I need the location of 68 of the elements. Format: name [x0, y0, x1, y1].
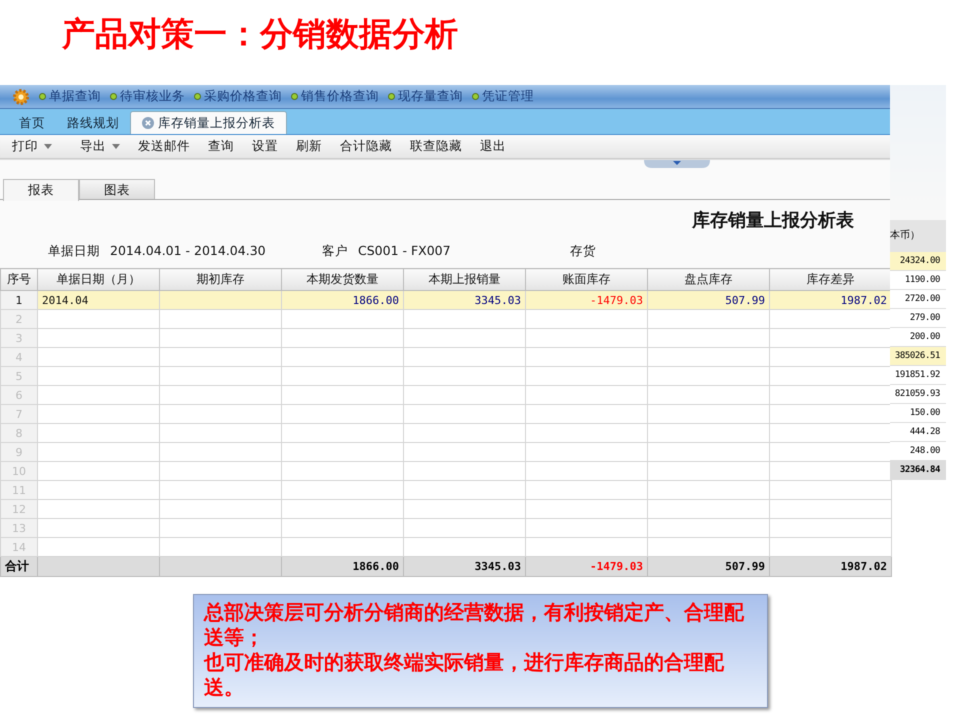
- column-header: 单据日期（月）: [38, 268, 160, 290]
- table-cell: 3345.03: [404, 290, 526, 310]
- table-cell: 150.00: [890, 404, 946, 423]
- table-cell: 1190.00: [890, 271, 946, 290]
- toolbar-button[interactable]: 刷新: [288, 138, 330, 155]
- view-tab[interactable]: 报表: [3, 179, 79, 201]
- total-cell: 1987.02: [770, 556, 892, 576]
- nav-link[interactable]: 销售价格查询: [291, 88, 379, 105]
- table-cell: 385026.51: [890, 347, 946, 366]
- table-cell: 248.00: [890, 442, 946, 461]
- table-cell: 24324.00: [890, 252, 946, 271]
- table-cell: 191851.92: [890, 366, 946, 385]
- filter-label: 存货: [570, 242, 596, 260]
- column-header: 期初库存: [160, 268, 282, 290]
- close-icon[interactable]: [142, 117, 154, 129]
- nav-link[interactable]: 现存量查询: [388, 88, 463, 105]
- table-cell: 444.28: [890, 423, 946, 442]
- nav-link[interactable]: 凭证管理: [472, 88, 534, 105]
- caret-icon: [44, 144, 52, 149]
- tab[interactable]: 路线规划: [56, 112, 130, 134]
- report-title: 库存销量上报分析表: [692, 209, 854, 232]
- filter-value: CS001 - FX007: [358, 242, 451, 260]
- table-cell: 2014.04: [38, 290, 160, 310]
- toolbar-button[interactable]: 查询: [200, 138, 242, 155]
- column-header: 本币）: [890, 220, 946, 252]
- total-cell: -1479.03: [526, 556, 648, 576]
- gear-icon[interactable]: [12, 88, 30, 106]
- total-cell: 507.99: [648, 556, 770, 576]
- column-header: 库存差异: [770, 268, 892, 290]
- table-cell: 2720.00: [890, 290, 946, 309]
- view-tab[interactable]: 图表: [79, 179, 155, 199]
- toolbar-button[interactable]: 发送邮件: [130, 138, 198, 155]
- table-cell: 200.00: [890, 328, 946, 347]
- total-cell: 3345.03: [404, 556, 526, 576]
- toolbar-button[interactable]: 设置: [244, 138, 286, 155]
- filter-label: 单据日期: [48, 242, 100, 260]
- total-label: 合计: [0, 556, 38, 576]
- table-cell: 1987.02: [770, 290, 892, 310]
- tab[interactable]: 首页: [8, 112, 56, 134]
- total-cell: 1866.00: [282, 556, 404, 576]
- table-cell: 1866.00: [282, 290, 404, 310]
- table-cell: 507.99: [648, 290, 770, 310]
- column-header: 本期发货数量: [282, 268, 404, 290]
- column-header: 盘点库存: [648, 268, 770, 290]
- row-number: 1: [0, 290, 38, 310]
- toolbar-button[interactable]: 退出: [472, 138, 514, 155]
- column-header: 本期上报销量: [404, 268, 526, 290]
- callout-text: 总部决策层可分析分销商的经营数据，有利按销定产、合理配送等；: [204, 601, 746, 651]
- filter-value: 2014.04.01 - 2014.04.30: [110, 242, 266, 260]
- toolbar-button[interactable]: 导出: [72, 138, 128, 155]
- slide-title: 产品对策一：分销数据分析: [62, 13, 459, 54]
- collapse-handle-icon[interactable]: [644, 160, 710, 168]
- total-cell: 32364.84: [890, 461, 946, 480]
- tab[interactable]: 库存销量上报分析表: [130, 111, 287, 134]
- table-cell: -1479.03: [526, 290, 648, 310]
- table-cell: 821059.93: [890, 385, 946, 404]
- toolbar-button[interactable]: 打印: [4, 138, 60, 155]
- column-header: 账面库存: [526, 268, 648, 290]
- nav-link[interactable]: 待审核业务: [110, 88, 185, 105]
- nav-link[interactable]: 采购价格查询: [194, 88, 282, 105]
- caret-icon: [112, 144, 120, 149]
- callout-text: 也可准确及时的获取终端实际销量，进行库存商品的合理配送。: [204, 651, 726, 701]
- column-header: 序号: [0, 268, 38, 290]
- toolbar-button[interactable]: 合计隐藏: [332, 138, 400, 155]
- table-cell: 279.00: [890, 309, 946, 328]
- filter-label: 客户: [322, 242, 348, 260]
- toolbar-button[interactable]: 联查隐藏: [402, 138, 470, 155]
- nav-link[interactable]: 单据查询: [39, 88, 101, 105]
